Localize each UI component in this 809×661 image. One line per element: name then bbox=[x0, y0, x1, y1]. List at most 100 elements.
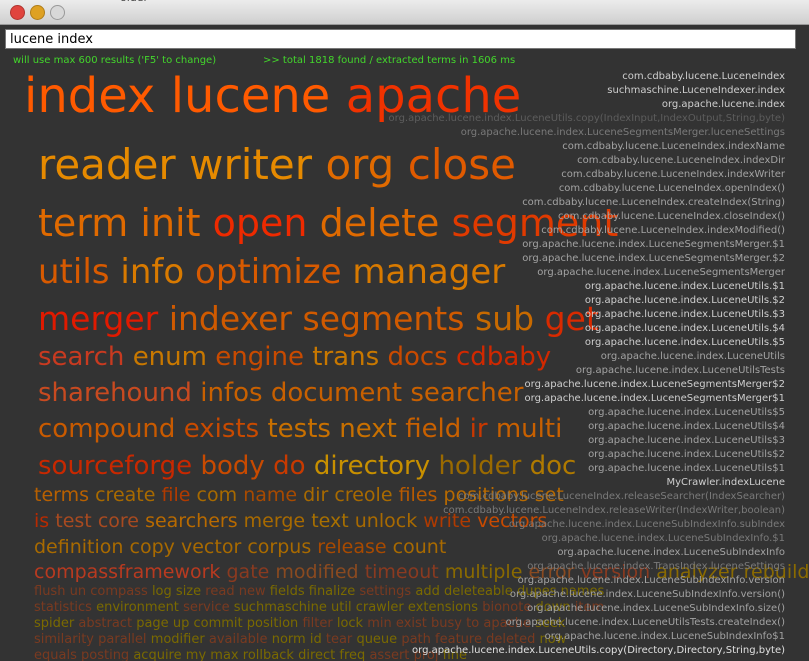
result-item[interactable]: org.apache.lucene.index.LuceneUtils bbox=[389, 350, 785, 364]
cloud-term[interactable]: up bbox=[173, 616, 190, 631]
cloud-term[interactable]: id bbox=[310, 632, 322, 647]
cloud-term[interactable]: open bbox=[213, 201, 308, 245]
cloud-term[interactable]: gate bbox=[226, 561, 269, 583]
close-window-button[interactable] bbox=[10, 5, 25, 20]
result-item[interactable]: org.apache.lucene.index.LuceneSegmentsMe… bbox=[389, 238, 785, 252]
cloud-term[interactable]: tear bbox=[326, 632, 352, 647]
cloud-term[interactable]: name bbox=[243, 484, 297, 506]
cloud-term[interactable]: rollback bbox=[243, 648, 294, 661]
result-item[interactable]: org.apache.lucene.index.LuceneUtils$5 bbox=[389, 406, 785, 420]
result-item[interactable]: com.cdbaby.lucene.LuceneIndex.indexModif… bbox=[389, 224, 785, 238]
cloud-term[interactable]: info bbox=[120, 252, 184, 292]
result-item[interactable]: com.cdbaby.lucene.LuceneIndex.indexWrite… bbox=[389, 168, 785, 182]
cloud-term[interactable]: max bbox=[210, 648, 238, 661]
search-input[interactable] bbox=[5, 29, 796, 49]
cloud-term[interactable]: size bbox=[176, 584, 201, 599]
result-item[interactable]: org.apache.lucene.index.LuceneSegmentsMe… bbox=[389, 266, 785, 280]
cloud-term[interactable]: sourceforge bbox=[38, 451, 192, 481]
result-item[interactable]: org.apache.lucene.index.LuceneUtils.$2 bbox=[389, 294, 785, 308]
cloud-term[interactable]: log bbox=[152, 584, 172, 599]
cloud-term[interactable]: term bbox=[38, 201, 128, 245]
result-item[interactable]: org.apache.lucene.index.LuceneUtils.$3 bbox=[389, 308, 785, 322]
result-item[interactable]: org.apache.lucene.index.LuceneSubIndexIn… bbox=[389, 602, 785, 616]
cloud-term[interactable]: available bbox=[209, 632, 268, 647]
cloud-term[interactable]: compound bbox=[38, 414, 175, 444]
cloud-term[interactable]: statistics bbox=[34, 600, 92, 615]
cloud-term[interactable]: vector bbox=[181, 536, 241, 558]
cloud-term[interactable]: posting bbox=[81, 648, 129, 661]
cloud-term[interactable]: test bbox=[55, 510, 92, 532]
cloud-term[interactable]: filter bbox=[302, 616, 332, 631]
result-item[interactable]: org.apache.lucene.index.LuceneSegmentsMe… bbox=[389, 126, 785, 140]
cloud-term[interactable]: release bbox=[317, 536, 386, 558]
cloud-term[interactable]: modified bbox=[275, 561, 358, 583]
cloud-term[interactable]: dir bbox=[303, 484, 328, 506]
cloud-term[interactable]: fields bbox=[270, 584, 305, 599]
cloud-term[interactable]: new bbox=[239, 584, 266, 599]
cloud-term[interactable]: search bbox=[38, 342, 124, 372]
cloud-term[interactable]: suchmaschine bbox=[234, 600, 327, 615]
zoom-window-button[interactable] bbox=[50, 5, 65, 20]
cloud-term[interactable]: modifier bbox=[151, 632, 205, 647]
result-item[interactable]: org.apache.lucene.index.LuceneUtils.$4 bbox=[389, 322, 785, 336]
cloud-term[interactable]: environment bbox=[96, 600, 179, 615]
cloud-term[interactable]: un bbox=[70, 584, 86, 599]
result-item[interactable]: com.cdbaby.lucene.LuceneIndex bbox=[389, 70, 785, 84]
cloud-term[interactable]: position bbox=[247, 616, 299, 631]
cloud-term[interactable]: org bbox=[325, 140, 394, 189]
cloud-term[interactable]: do bbox=[273, 451, 305, 481]
cloud-term[interactable]: document bbox=[271, 378, 402, 408]
result-item[interactable]: org.apache.lucene.index.LuceneUtils$1 bbox=[389, 462, 785, 476]
result-item[interactable]: com.cdbaby.lucene.LuceneIndex.indexName bbox=[389, 140, 785, 154]
result-item[interactable]: org.apache.lucene.index.LuceneSegmentsMe… bbox=[389, 392, 785, 406]
cloud-term[interactable]: exists bbox=[184, 414, 259, 444]
cloud-term[interactable]: parallel bbox=[98, 632, 146, 647]
cloud-term[interactable]: read bbox=[205, 584, 234, 599]
cloud-term[interactable]: indexer bbox=[169, 299, 292, 338]
cloud-term[interactable]: freq bbox=[339, 648, 365, 661]
result-item[interactable]: com.cdbaby.lucene.LuceneIndex.releaseSea… bbox=[389, 490, 785, 504]
cloud-term[interactable]: service bbox=[183, 600, 230, 615]
cloud-term[interactable]: index bbox=[24, 68, 155, 124]
cloud-term[interactable]: text bbox=[311, 510, 349, 532]
result-item[interactable]: org.apache.lucene.index.LuceneUtilsTests… bbox=[389, 616, 785, 630]
result-item[interactable]: MyCrawler.indexLucene bbox=[389, 476, 785, 490]
cloud-term[interactable]: tests bbox=[267, 414, 330, 444]
cloud-term[interactable]: corpus bbox=[247, 536, 311, 558]
result-item[interactable]: org.apache.lucene.index bbox=[389, 98, 785, 112]
cloud-term[interactable]: infos bbox=[200, 378, 262, 408]
result-item[interactable]: com.cdbaby.lucene.LuceneIndex.closeIndex… bbox=[389, 210, 785, 224]
cloud-term[interactable]: flush bbox=[34, 584, 65, 599]
cloud-term[interactable]: create bbox=[95, 484, 155, 506]
cloud-term[interactable]: acquire bbox=[133, 648, 181, 661]
cloud-term[interactable]: com bbox=[197, 484, 238, 506]
cloud-term[interactable]: compassframework bbox=[34, 561, 220, 583]
result-item[interactable]: org.apache.lucene.index.LuceneUtils.$5 bbox=[389, 336, 785, 350]
result-item[interactable]: org.apache.lucene.index.LuceneSubIndexIn… bbox=[389, 574, 785, 588]
cloud-term[interactable]: utils bbox=[38, 252, 110, 292]
cloud-term[interactable]: page bbox=[136, 616, 168, 631]
cloud-term[interactable]: init bbox=[140, 201, 200, 245]
result-item[interactable]: org.apache.lucene.index.LuceneSubIndexIn… bbox=[389, 532, 785, 546]
cloud-term[interactable]: finalize bbox=[309, 584, 355, 599]
cloud-term[interactable]: terms bbox=[34, 484, 89, 506]
cloud-term[interactable]: searchers bbox=[145, 510, 238, 532]
cloud-term[interactable]: body bbox=[200, 451, 264, 481]
cloud-term[interactable]: sharehound bbox=[38, 378, 192, 408]
cloud-term[interactable]: merger bbox=[38, 299, 158, 338]
cloud-term[interactable]: similarity bbox=[34, 632, 94, 647]
cloud-term[interactable]: norm bbox=[272, 632, 306, 647]
cloud-term[interactable]: my bbox=[186, 648, 206, 661]
result-item[interactable]: org.apache.lucene.index.LuceneUtils$4 bbox=[389, 420, 785, 434]
result-item[interactable]: org.apache.lucene.index.LuceneSubIndexIn… bbox=[389, 588, 785, 602]
cloud-term[interactable]: reader bbox=[38, 140, 176, 189]
result-item[interactable]: com.cdbaby.lucene.LuceneIndex.indexDir bbox=[389, 154, 785, 168]
result-item[interactable]: org.apache.lucene.index.LuceneSubIndexIn… bbox=[389, 518, 785, 532]
cloud-term[interactable]: lucene bbox=[171, 68, 331, 124]
result-item[interactable]: org.apache.lucene.index.LuceneSubIndexIn… bbox=[389, 630, 785, 644]
result-item[interactable]: org.apache.lucene.index.LuceneUtils.copy… bbox=[389, 112, 785, 126]
result-item[interactable]: com.cdbaby.lucene.LuceneIndex.createInde… bbox=[389, 196, 785, 210]
result-item[interactable]: org.apache.lucene.index.LuceneUtils.copy… bbox=[389, 644, 785, 658]
result-item[interactable]: org.apache.lucene.index.LuceneSegmentsMe… bbox=[389, 252, 785, 266]
cloud-term[interactable]: merge bbox=[244, 510, 305, 532]
